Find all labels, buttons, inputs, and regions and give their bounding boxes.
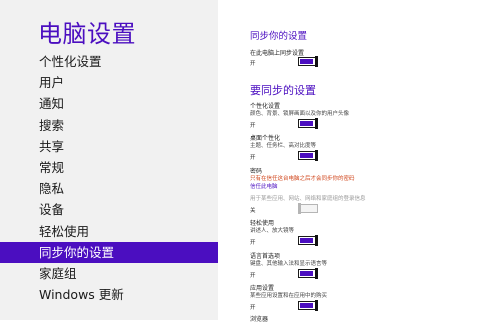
- password-state: 关: [250, 208, 256, 214]
- ease-toggle[interactable]: [298, 235, 318, 246]
- trust-pc-link[interactable]: 信任此电脑: [250, 182, 278, 190]
- sync-pc-label: 在此电脑上同步设置: [250, 50, 305, 57]
- sync-pc-toggle[interactable]: [298, 56, 318, 67]
- nav-item-ease-of-access[interactable]: 轻松使用: [0, 221, 218, 242]
- personalize-toggle[interactable]: [298, 118, 318, 129]
- group-title: 要同步的设置: [250, 84, 316, 97]
- sidebar: 电脑设置 个性化设置 用户 通知 搜索 共享 常规 隐私 设备 轻松使用 同步你…: [0, 0, 218, 320]
- nav-item-share[interactable]: 共享: [0, 136, 218, 157]
- nav-item-privacy[interactable]: 隐私: [0, 178, 218, 199]
- nav-item-windows-update[interactable]: Windows 更新: [0, 284, 218, 305]
- toggle-knob[interactable]: [315, 56, 318, 67]
- section-title: 同步你的设置: [250, 31, 308, 42]
- personalize-desc: 颜色、背景、锁屏画面以及你的用户头像: [250, 111, 350, 117]
- main-panel: 同步你的设置 在此电脑上同步设置 开 要同步的设置 个性化设置 颜色、背景、锁屏…: [218, 0, 500, 323]
- app-title: 电脑设置: [38, 20, 136, 48]
- toggle-knob[interactable]: [315, 268, 318, 279]
- nav-item-notifications[interactable]: 通知: [0, 93, 218, 114]
- password-note: 用于某些应用、网站、网络和家庭组的登录信息: [250, 196, 366, 202]
- apps-state: 开: [250, 305, 256, 311]
- sync-pc-state: 开: [250, 61, 256, 67]
- nav-item-sync-settings[interactable]: 同步你的设置: [0, 241, 218, 263]
- toggle-knob[interactable]: [315, 300, 318, 311]
- toggle-knob[interactable]: [298, 203, 301, 214]
- nav-list: 个性化设置 用户 通知 搜索 共享 常规 隐私 设备 轻松使用 同步你的设置 家…: [0, 51, 218, 305]
- ease-state: 开: [250, 240, 256, 246]
- browser-label: 浏览器: [250, 316, 269, 323]
- language-desc: 键盘、其他输入法和显示语言等: [250, 261, 328, 267]
- desktop-state: 开: [250, 155, 256, 161]
- language-toggle[interactable]: [298, 268, 318, 279]
- apps-desc: 某些应用设置和在应用中的购买: [250, 293, 328, 299]
- password-warning: 只有在信任这台电脑之后才会同步你的密码: [250, 176, 355, 182]
- ease-desc: 讲述人、放大镜等: [250, 228, 295, 234]
- nav-item-users[interactable]: 用户: [0, 72, 218, 93]
- toggle-knob[interactable]: [315, 150, 318, 161]
- nav-item-homegroup[interactable]: 家庭组: [0, 263, 218, 284]
- password-toggle[interactable]: [298, 203, 318, 214]
- apps-toggle[interactable]: [298, 300, 318, 311]
- nav-item-devices[interactable]: 设备: [0, 199, 218, 220]
- language-state: 开: [250, 273, 256, 279]
- desktop-desc: 主题、任务栏、高对比度等: [250, 143, 317, 149]
- nav-item-general[interactable]: 常规: [0, 157, 218, 178]
- toggle-knob[interactable]: [315, 235, 318, 246]
- personalize-state: 开: [250, 123, 256, 129]
- toggle-knob[interactable]: [315, 118, 318, 129]
- nav-item-personalize[interactable]: 个性化设置: [0, 51, 218, 72]
- nav-item-search[interactable]: 搜索: [0, 115, 218, 136]
- desktop-toggle[interactable]: [298, 150, 318, 161]
